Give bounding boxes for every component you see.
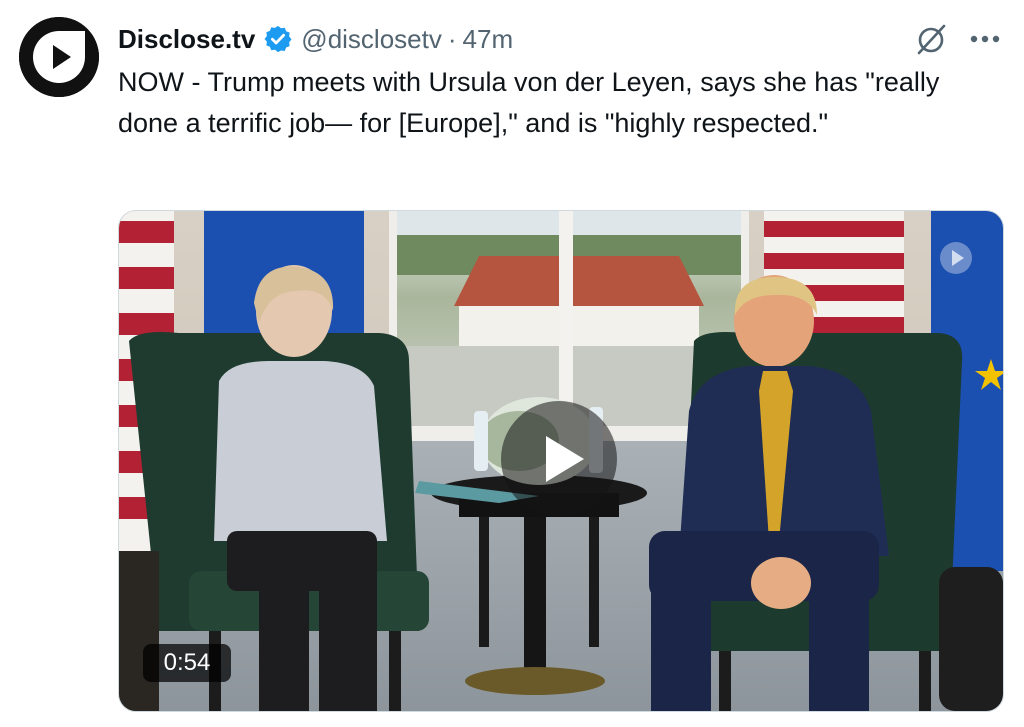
- video-duration-badge: 0:54: [143, 644, 231, 682]
- grok-icon[interactable]: [914, 22, 948, 56]
- watermark-icon: [938, 240, 974, 276]
- more-options-icon[interactable]: [965, 24, 1005, 54]
- play-icon[interactable]: [500, 400, 618, 518]
- display-name[interactable]: Disclose.tv: [118, 24, 255, 55]
- avatar[interactable]: [19, 17, 99, 97]
- tweet-text: NOW - Trump meets with Ursula von der Le…: [118, 67, 947, 138]
- timestamp[interactable]: 47m: [463, 24, 514, 55]
- tweet-header: Disclose.tv @disclosetv · 47m: [118, 20, 513, 58]
- separator-dot: ·: [447, 23, 457, 54]
- disclose-tv-logo-icon: [19, 17, 99, 97]
- verified-badge-icon[interactable]: [263, 24, 293, 54]
- handle[interactable]: @disclosetv: [301, 24, 442, 55]
